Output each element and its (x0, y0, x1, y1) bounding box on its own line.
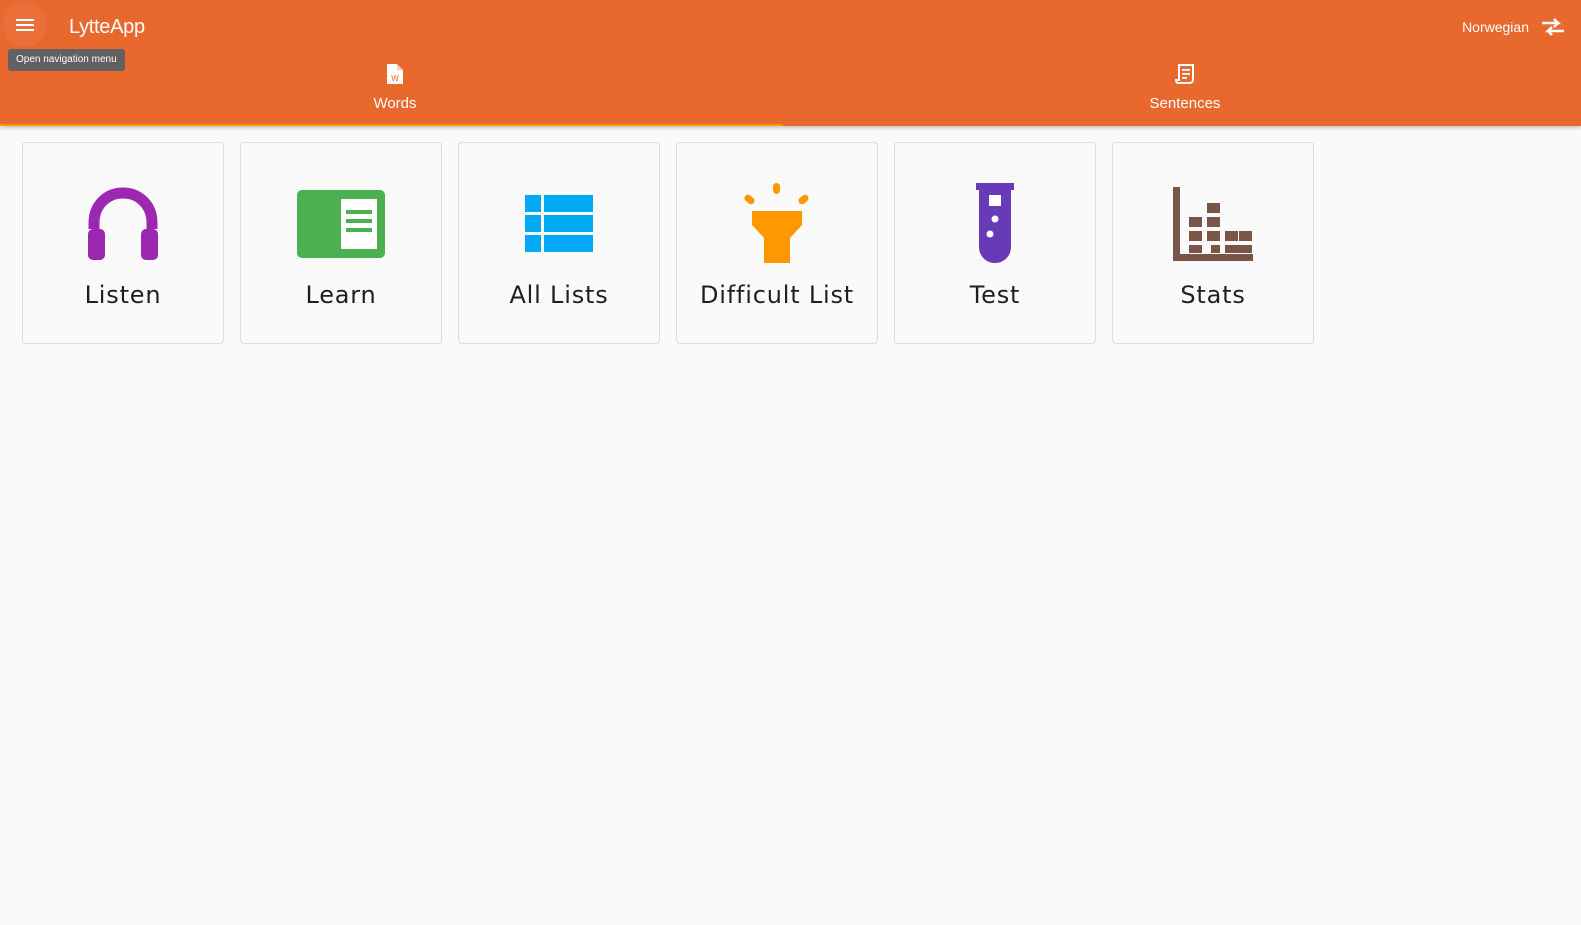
app-bar: LytteApp Open navigation menu Norwegian … (0, 0, 1581, 126)
book-reader-icon (297, 190, 385, 258)
swap-arrows-icon (1542, 18, 1564, 36)
receipt-document-icon (1175, 64, 1194, 84)
tab-sentences[interactable]: Sentences (790, 52, 1580, 126)
card-test-label: Test (969, 281, 1021, 309)
card-listen-label: Listen (84, 281, 162, 309)
app-title: LytteApp (69, 16, 145, 38)
card-test[interactable]: Test (894, 142, 1096, 344)
language-label: Norwegian (1462, 19, 1529, 35)
card-stats[interactable]: Stats (1112, 142, 1314, 344)
test-tube-icon (976, 183, 1014, 263)
bar-chart-icon (1173, 187, 1253, 261)
language-switch[interactable]: Norwegian (1462, 14, 1565, 40)
tab-indicator (0, 124, 783, 126)
svg-text:W: W (391, 74, 399, 83)
word-document-icon: W (387, 64, 403, 84)
tab-words[interactable]: W Words (0, 52, 790, 126)
card-learn[interactable]: Learn (240, 142, 442, 344)
card-difficult-list-label: Difficult List (700, 281, 854, 309)
hamburger-menu-icon (16, 19, 34, 31)
card-learn-label: Learn (305, 281, 377, 309)
feature-cards: Listen Learn All Lists Difficult List Te… (22, 142, 1314, 344)
card-all-lists-label: All Lists (509, 281, 609, 309)
card-stats-label: Stats (1180, 281, 1246, 309)
card-difficult-list[interactable]: Difficult List (676, 142, 878, 344)
card-listen[interactable]: Listen (22, 142, 224, 344)
list-icon (525, 195, 593, 252)
tab-words-label: Words (373, 95, 417, 112)
flashlight-icon (744, 183, 809, 263)
card-all-lists[interactable]: All Lists (458, 142, 660, 344)
tab-sentences-label: Sentences (1149, 95, 1221, 112)
menu-button[interactable] (3, 3, 47, 47)
headphones-icon (88, 187, 158, 260)
